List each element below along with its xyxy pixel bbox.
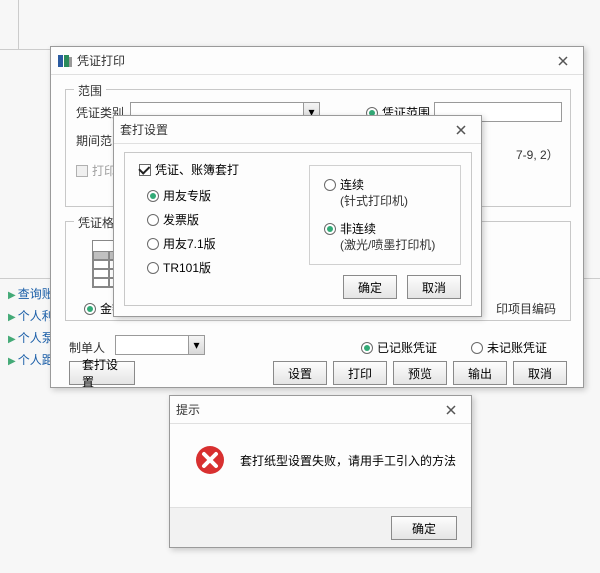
sidebar-item[interactable]: ▶个人利: [8, 306, 54, 328]
dialog-title: 凭证打印: [77, 52, 549, 69]
dialog-title: 套打设置: [120, 121, 447, 138]
continuous-sublabel: (针式打印机): [340, 192, 408, 209]
print-item-code-label: 印项目编码: [496, 300, 556, 317]
scope-hint: 7-9, 2）: [516, 146, 559, 163]
booked-radio[interactable]: 已记账凭证: [361, 339, 437, 356]
close-button[interactable]: [437, 400, 465, 420]
ok-button[interactable]: 确定: [391, 516, 457, 540]
ok-button[interactable]: 确定: [343, 275, 397, 299]
preview-button[interactable]: 预览: [393, 361, 447, 385]
continuous-radio[interactable]: 连续: [324, 176, 364, 193]
alert-message: 套打纸型设置失败，请用手工引入的方法: [240, 452, 456, 469]
fapiao-radio[interactable]: 发票版: [147, 211, 199, 228]
dialog-title: 提示: [176, 401, 437, 418]
settings-button[interactable]: 设置: [273, 361, 327, 385]
sidebar-item[interactable]: ▶查询账: [8, 284, 54, 306]
alert-dialog: 提示 套打纸型设置失败，请用手工引入的方法 确定: [169, 395, 472, 548]
non-continuous-radio[interactable]: 非连续: [324, 220, 376, 237]
preparer-select[interactable]: ▾: [115, 335, 205, 355]
cancel-button[interactable]: 取消: [407, 275, 461, 299]
chevron-down-icon: ▾: [188, 336, 204, 354]
titlebar: 套打设置: [114, 116, 481, 144]
v71-radio[interactable]: 用友7.1版: [147, 235, 216, 252]
setup-groupbox: 凭证、账簿套打 用友专版 发票版 用友7.1版 TR101版 连续 (针式打印机…: [124, 152, 472, 306]
export-button[interactable]: 输出: [453, 361, 507, 385]
print-setup-dialog: 套打设置 凭证、账簿套打 用友专版 发票版 用友7.1版 TR101版 连续 (…: [113, 115, 482, 317]
sidebar-item[interactable]: ▶个人距: [8, 350, 54, 372]
preparer-label: 制单人: [69, 339, 105, 356]
non-continuous-sublabel: (激光/喷墨打印机): [340, 236, 435, 253]
app-icon: [57, 53, 73, 69]
unbooked-radio[interactable]: 未记账凭证: [471, 339, 547, 356]
print-button[interactable]: 打印: [333, 361, 387, 385]
titlebar: 凭证打印: [51, 47, 583, 75]
yongyou-radio[interactable]: 用友专版: [147, 187, 211, 204]
close-button[interactable]: [549, 51, 577, 71]
output-mode-groupbox: 连续 (针式打印机) 非连续 (激光/喷墨打印机): [309, 165, 461, 265]
sidebar-item[interactable]: ▶个人泵: [8, 328, 54, 350]
error-icon: [194, 444, 226, 476]
alert-footer: 确定: [170, 507, 471, 547]
tr101-radio[interactable]: TR101版: [147, 259, 211, 276]
cancel-button[interactable]: 取消: [513, 361, 567, 385]
close-button[interactable]: [447, 120, 475, 140]
enable-setup-checkbox[interactable]: 凭证、账簿套打: [139, 161, 239, 178]
titlebar: 提示: [170, 396, 471, 424]
alert-body: 套打纸型设置失败，请用手工引入的方法: [194, 444, 456, 476]
setup-button[interactable]: 套打设置: [69, 361, 135, 385]
scope-legend: 范围: [74, 82, 106, 99]
